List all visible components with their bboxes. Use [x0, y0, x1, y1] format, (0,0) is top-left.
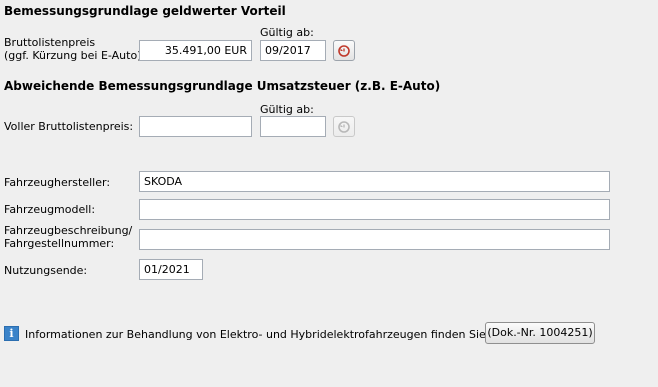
valid-from-input-1[interactable]: 09/2017 [260, 40, 326, 61]
description-label-line2: Fahrgestellnummer: [4, 237, 115, 250]
description-label-line1: Fahrzeugbeschreibung/ [4, 224, 133, 237]
full-list-price-label: Voller Bruttolistenpreis: [4, 120, 134, 133]
valid-from-label-1: Gültig ab: [260, 26, 314, 39]
full-list-price-input[interactable] [139, 116, 252, 137]
list-price-label-line1: Bruttolistenpreis [4, 36, 96, 49]
manufacturer-label: Fahrzeughersteller: [4, 176, 111, 189]
restore-button-1[interactable] [333, 40, 355, 61]
document-link-button[interactable]: (Dok.-Nr. 1004251) [485, 322, 595, 344]
list-price-input[interactable]: 35.491,00 EUR [139, 40, 252, 61]
info-text: Informationen zur Behandlung von Elektro… [25, 328, 564, 341]
manufacturer-input[interactable]: SKODA [139, 171, 610, 192]
description-input[interactable] [139, 229, 610, 250]
section-title-umsatzsteuer: Abweichende Bemessungsgrundlage Umsatzst… [4, 79, 441, 93]
restore-icon [338, 44, 350, 57]
info-icon: i [4, 326, 19, 341]
valid-from-label-2: Gültig ab: [260, 103, 314, 116]
valid-from-input-2[interactable] [260, 116, 326, 137]
restore-icon [338, 120, 350, 133]
section-title-geldwerter-vorteil: Bemessungsgrundlage geldwerter Vorteil [4, 4, 286, 18]
list-price-label-line2: (ggf. Kürzung bei E-Auto): [4, 49, 146, 62]
model-label: Fahrzeugmodell: [4, 203, 96, 216]
usage-end-label: Nutzungsende: [4, 264, 88, 277]
model-input[interactable] [139, 199, 610, 220]
usage-end-input[interactable]: 01/2021 [139, 259, 203, 280]
restore-button-2[interactable] [333, 116, 355, 137]
